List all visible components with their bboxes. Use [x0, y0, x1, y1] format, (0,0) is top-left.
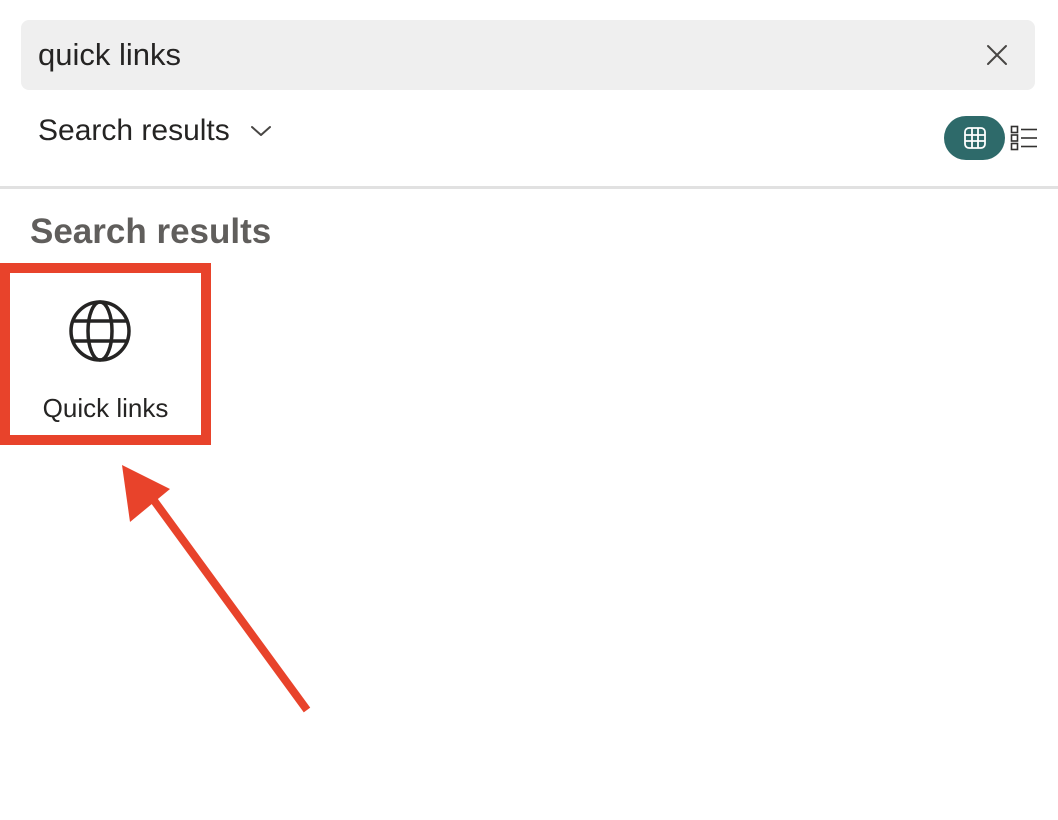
grid-view-button[interactable]	[944, 116, 1005, 160]
grid-view-icon	[963, 127, 986, 149]
list-view-button[interactable]	[1010, 124, 1038, 152]
clear-search-button[interactable]	[979, 37, 1015, 73]
chevron-down-icon	[250, 126, 271, 136]
search-input[interactable]	[38, 20, 938, 90]
result-tile-label: Quick links	[42, 393, 169, 423]
annotation-arrow-icon	[122, 465, 311, 713]
globe-icon	[69, 300, 131, 362]
scope-dropdown-label: Search results	[38, 114, 230, 147]
scope-dropdown[interactable]: Search results	[38, 108, 272, 154]
header-divider	[0, 186, 1058, 189]
app-window: Search results Search results	[0, 0, 1058, 820]
result-tile-quick-links[interactable]: Quick links	[0, 263, 211, 445]
close-icon	[987, 45, 1007, 65]
search-box	[21, 20, 1035, 90]
results-section-heading: Search results	[30, 212, 272, 251]
list-view-icon	[1010, 125, 1037, 151]
